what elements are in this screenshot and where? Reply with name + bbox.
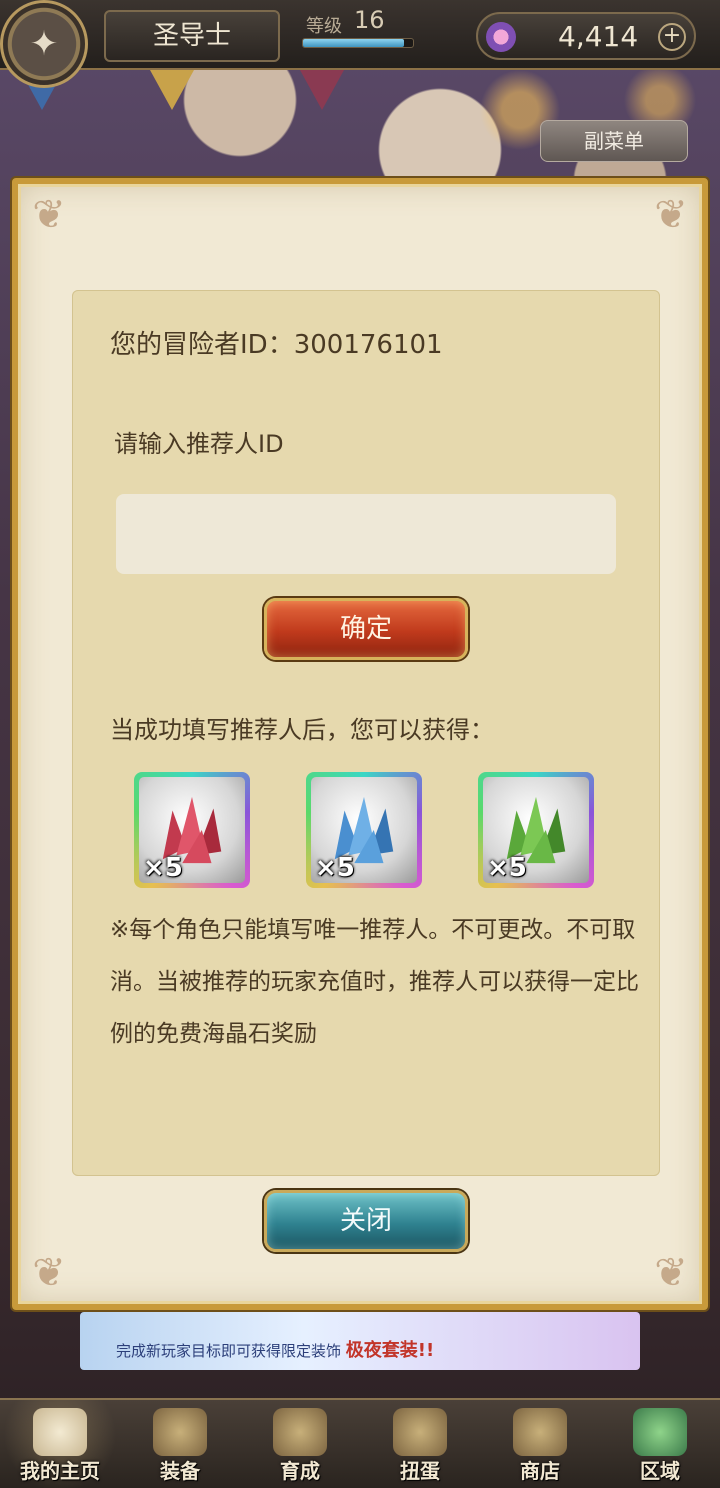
nav-label: 区域: [640, 1459, 680, 1483]
nav-item-gacha[interactable]: 扭蛋: [360, 1400, 480, 1488]
class-emblem-icon[interactable]: ✦: [0, 0, 88, 88]
class-name: 圣导士: [104, 10, 280, 62]
reward-item[interactable]: ×5: [306, 772, 422, 888]
add-currency-icon[interactable]: +: [658, 23, 686, 51]
adventurer-id-text: 您的冒险者ID：300176101: [110, 330, 443, 360]
currency-display: 4,414 +: [476, 12, 696, 60]
reward-list: ×5 ×5 ×5: [134, 772, 604, 890]
nav-label: 我的主页: [20, 1459, 100, 1483]
sea-crystal-icon: [486, 22, 516, 52]
shop-icon: [513, 1408, 567, 1456]
scroll-icon: [33, 1408, 87, 1456]
banner-highlight-text: 极夜套装!!: [345, 1340, 435, 1361]
bottom-navigation: 我的主页 装备 育成 扭蛋 商店 区域: [0, 1398, 720, 1488]
submenu-button[interactable]: 副菜单: [540, 120, 688, 162]
ornament-corner-icon: ❦: [32, 192, 66, 238]
nav-label: 装备: [160, 1459, 200, 1483]
referral-rules-note: ※每个角色只能填写唯一推荐人。不可更改。不可取消。当被推荐的玩家充值时，推荐人可…: [110, 917, 639, 1047]
close-button[interactable]: 关闭: [264, 1190, 468, 1252]
nav-item-shop[interactable]: 商店: [480, 1400, 600, 1488]
nav-label: 育成: [280, 1459, 320, 1483]
reward-item[interactable]: ×5: [134, 772, 250, 888]
reward-quantity: ×5: [487, 853, 527, 883]
referrer-id-prompt: 请输入推荐人ID: [114, 430, 284, 458]
ornament-corner-icon: ❦: [654, 1250, 688, 1296]
reward-item[interactable]: ×5: [478, 772, 594, 888]
exp-bar: [302, 38, 414, 48]
currency-value: 4,414: [558, 20, 639, 53]
level-label: 等级: [306, 16, 342, 37]
nav-item-region[interactable]: 区域: [600, 1400, 720, 1488]
level-value: 16: [354, 6, 385, 34]
referral-dialog: ❦ ❦ ❦ ❦ 您的冒险者ID：300176101 请输入推荐人ID 确定 当成…: [12, 178, 708, 1310]
reward-description: 当成功填写推荐人后，您可以获得：: [110, 716, 494, 744]
globe-icon: [633, 1408, 687, 1456]
reward-quantity: ×5: [143, 853, 183, 883]
event-banner[interactable]: 完成新玩家目标即可获得限定装饰 极夜套装!!: [80, 1312, 640, 1370]
capsule-icon: [393, 1408, 447, 1456]
ornament-corner-icon: ❦: [654, 192, 688, 238]
reward-quantity: ×5: [315, 853, 355, 883]
dialog-content-panel: 您的冒险者ID：300176101 请输入推荐人ID 确定 当成功填写推荐人后，…: [72, 290, 660, 1176]
helmet-icon: [153, 1408, 207, 1456]
nav-item-home[interactable]: 我的主页: [0, 1400, 120, 1488]
banner-text: 完成新玩家目标即可获得限定装饰 极夜套装!!: [116, 1336, 434, 1362]
nav-item-equipment[interactable]: 装备: [120, 1400, 240, 1488]
banner-main-text: 完成新玩家目标即可获得限定装饰: [116, 1342, 342, 1360]
pennant-decoration: [150, 70, 194, 110]
pennant-decoration: [300, 70, 344, 110]
top-bar: ✦ 圣导士 等级 16 4,414 +: [0, 0, 720, 88]
exp-bar-fill: [303, 39, 405, 47]
sword-icon: [273, 1408, 327, 1456]
confirm-button[interactable]: 确定: [264, 598, 468, 660]
referrer-id-input[interactable]: [116, 494, 616, 574]
nav-label: 商店: [520, 1459, 560, 1483]
nav-label: 扭蛋: [400, 1459, 440, 1483]
nav-item-training[interactable]: 育成: [240, 1400, 360, 1488]
ornament-corner-icon: ❦: [32, 1250, 66, 1296]
